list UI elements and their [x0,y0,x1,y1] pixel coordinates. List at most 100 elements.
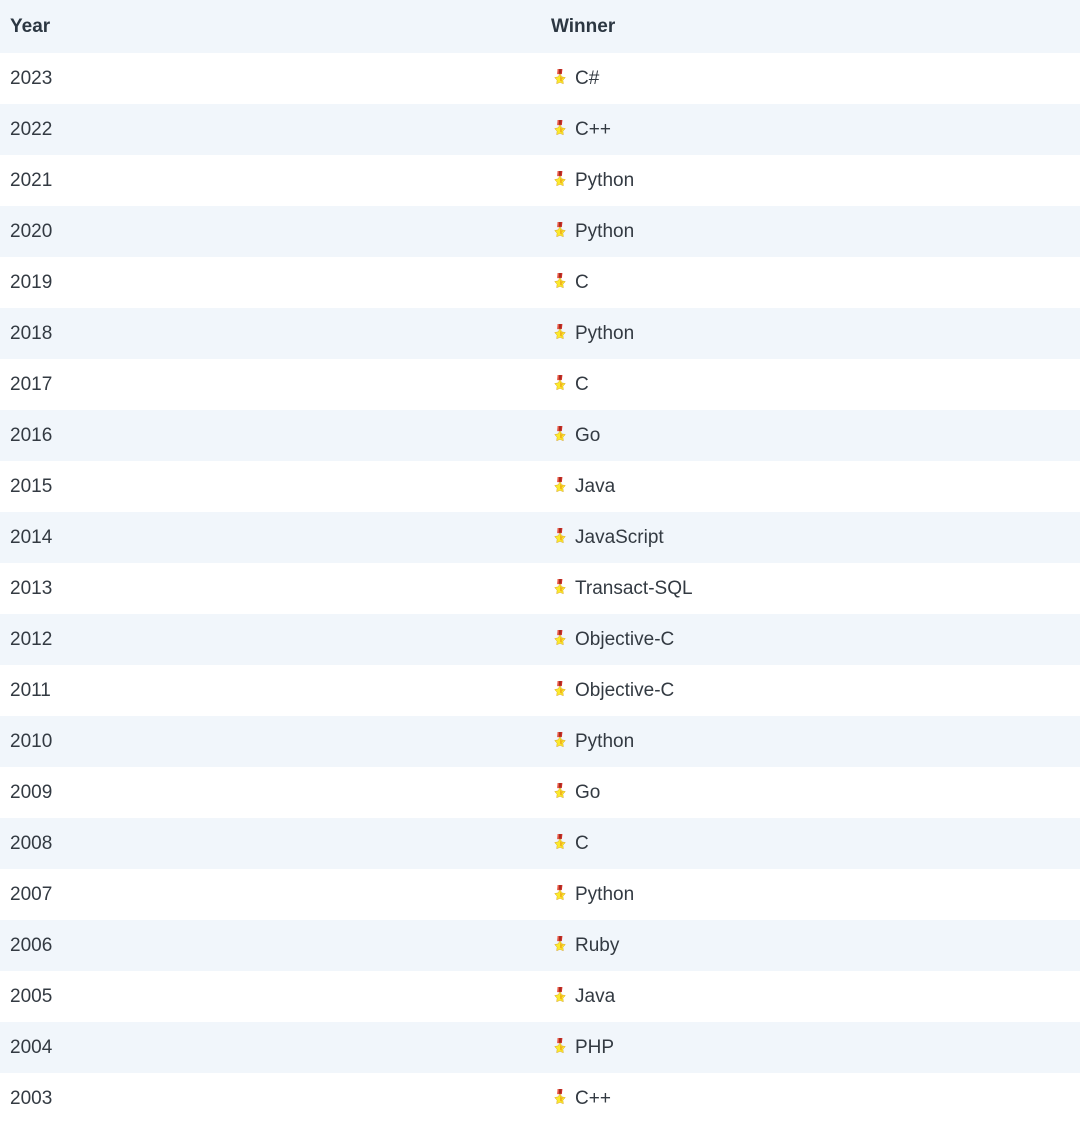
table-row-2011: 2011 Objective-C [0,665,1080,716]
year-value: 2013 [10,577,53,599]
cell-year: 2020 [0,206,541,257]
table-row-2019: 2019 C [0,257,1080,308]
cell-winner: Python [541,206,1080,257]
winner-name: Python [575,220,635,242]
year-value: 2021 [10,169,53,191]
table-header: Year Winner [0,0,1080,53]
table-row-2020: 2020 Python [0,206,1080,257]
sports-medal-icon [551,272,569,290]
sports-medal-icon [551,170,569,188]
cell-winner: Ruby [541,920,1080,971]
cell-year: 2009 [0,767,541,818]
table-row-2015: 2015 Java [0,461,1080,512]
year-value: 2015 [10,475,53,497]
cell-winner: Transact-SQL [541,563,1080,614]
table-row-2023: 2023 C# [0,53,1080,104]
table-row-2016: 2016 Go [0,410,1080,461]
winner-name: Objective-C [575,679,675,701]
winner-name: Go [575,424,601,446]
sports-medal-icon [551,374,569,392]
table-row-2005: 2005 Java [0,971,1080,1022]
sports-medal-icon [551,476,569,494]
sports-medal-icon [551,782,569,800]
sports-medal-icon [551,1088,569,1106]
winner-name: Java [575,475,616,497]
table-row-2014: 2014 JavaScript [0,512,1080,563]
sports-medal-icon [551,731,569,749]
cell-year: 2005 [0,971,541,1022]
cell-year: 2022 [0,104,541,155]
winner-name: Objective-C [575,628,675,650]
winner-name: PHP [575,1036,615,1058]
cell-winner: C [541,257,1080,308]
cell-year: 2021 [0,155,541,206]
year-value: 2010 [10,730,53,752]
year-value: 2011 [10,679,51,701]
year-value: 2008 [10,832,53,854]
table-row-2010: 2010 Python [0,716,1080,767]
table-row-2006: 2006 Ruby [0,920,1080,971]
sports-medal-icon [551,986,569,1004]
winner-name: Java [575,985,616,1007]
cell-year: 2019 [0,257,541,308]
cell-winner: C [541,359,1080,410]
year-value: 2023 [10,67,53,89]
cell-winner: Python [541,308,1080,359]
cell-winner: Objective-C [541,665,1080,716]
cell-winner: C# [541,53,1080,104]
sports-medal-icon [551,578,569,596]
sports-medal-icon [551,680,569,698]
sports-medal-icon [551,629,569,647]
table-row-2004: 2004 PHP [0,1022,1080,1073]
cell-year: 2023 [0,53,541,104]
year-value: 2017 [10,373,53,395]
winner-name: Python [575,169,635,191]
cell-year: 2008 [0,818,541,869]
winner-name: Python [575,322,635,344]
cell-winner: Python [541,869,1080,920]
table-body: 2023 C# 2022 C++ 2021 Python 2020 Python… [0,53,1080,1124]
cell-winner: Go [541,767,1080,818]
sports-medal-icon [551,527,569,545]
year-value: 2004 [10,1036,53,1058]
sports-medal-icon [551,833,569,851]
year-value: 2006 [10,934,53,956]
winner-name: C [575,271,589,293]
year-value: 2003 [10,1087,53,1109]
table-row-2003: 2003 C++ [0,1073,1080,1124]
sports-medal-icon [551,323,569,341]
sports-medal-icon [551,425,569,443]
table-row-2022: 2022 C++ [0,104,1080,155]
year-value: 2018 [10,322,53,344]
cell-winner: Python [541,155,1080,206]
table-row-2009: 2009 Go [0,767,1080,818]
year-value: 2009 [10,781,53,803]
winner-name: C++ [575,1087,611,1109]
sports-medal-icon [551,119,569,137]
header-row: Year Winner [0,0,1080,53]
cell-winner: C++ [541,104,1080,155]
table-row-2021: 2021 Python [0,155,1080,206]
cell-year: 2017 [0,359,541,410]
table-row-2018: 2018 Python [0,308,1080,359]
year-value: 2012 [10,628,53,650]
cell-year: 2003 [0,1073,541,1124]
table-row-2017: 2017 C [0,359,1080,410]
cell-year: 2016 [0,410,541,461]
cell-winner: C [541,818,1080,869]
cell-winner: Go [541,410,1080,461]
winners-table: Year Winner 2023 C# 2022 C++ 2021 Python… [0,0,1080,1124]
cell-winner: JavaScript [541,512,1080,563]
column-header-year: Year [0,0,541,53]
cell-year: 2004 [0,1022,541,1073]
year-value: 2020 [10,220,53,242]
cell-winner: PHP [541,1022,1080,1073]
cell-winner: C++ [541,1073,1080,1124]
year-value: 2022 [10,118,53,140]
winner-name: C# [575,67,600,89]
year-value: 2007 [10,883,53,905]
sports-medal-icon [551,1037,569,1055]
winner-name: Ruby [575,934,620,956]
sports-medal-icon [551,884,569,902]
winner-name: Python [575,883,635,905]
